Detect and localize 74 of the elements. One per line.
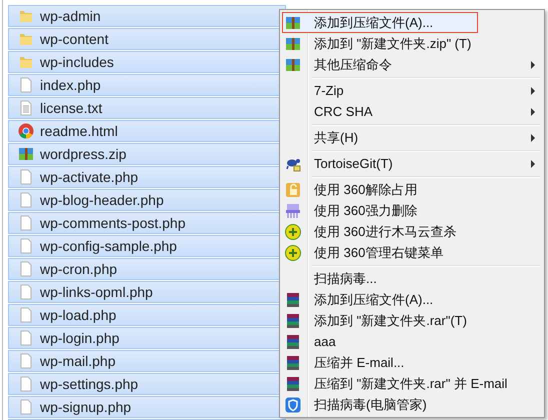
menu-item-label: 压缩到 "新建文件夹.rar" 并 E-mail xyxy=(314,374,508,392)
browser-icon xyxy=(18,123,34,139)
menu-item-label: CRC SHA xyxy=(314,104,373,119)
archive-icon xyxy=(285,14,301,30)
file-name: wp-cron.php xyxy=(40,261,118,277)
file-icon xyxy=(18,284,34,300)
file-name: index.php xyxy=(40,77,101,93)
file-name: wp-signup.php xyxy=(40,399,132,415)
file-name: wp-settings.php xyxy=(40,376,138,392)
submenu-arrow-icon xyxy=(531,134,535,142)
file-icon xyxy=(18,399,34,415)
file-icon xyxy=(18,192,34,208)
file-name: wp-content xyxy=(40,31,108,47)
submenu-arrow-icon xyxy=(531,61,535,69)
folder-icon xyxy=(18,54,34,70)
file-icon xyxy=(18,261,34,277)
menu-item-label: 添加到 "新建文件夹.rar"(T) xyxy=(314,312,467,330)
file-name: readme.html xyxy=(40,123,118,139)
file-name: wp-includes xyxy=(40,54,114,70)
lock-icon xyxy=(285,182,301,198)
file-name: wp-config-sample.php xyxy=(40,238,177,254)
menu-item-label: 扫描病毒... xyxy=(314,270,377,288)
menu-item-label: 使用 360强力删除 xyxy=(314,202,418,220)
file-name: wp-activate.php xyxy=(40,169,138,185)
menu-item-label: 使用 360解除占用 xyxy=(314,180,418,198)
shield-icon xyxy=(285,396,301,412)
archive-icon xyxy=(285,36,301,52)
archive-icon xyxy=(285,56,301,72)
file-name: wp-mail.php xyxy=(40,353,116,369)
menu-item-label: aaa xyxy=(314,334,336,349)
books-icon xyxy=(285,376,301,392)
menu-item-label: 添加到压缩文件(A)... xyxy=(314,14,434,32)
books-icon xyxy=(285,354,301,370)
file-icon xyxy=(18,330,34,346)
books-icon xyxy=(285,334,301,350)
menu-item-label: 使用 360进行木马云查杀 xyxy=(314,222,456,240)
file-name: wp-comments-post.php xyxy=(40,215,186,231)
file-icon xyxy=(18,353,34,369)
folder-icon xyxy=(18,8,34,24)
file-icon xyxy=(18,376,34,392)
menu-item-label: 其他压缩命令 xyxy=(314,56,392,74)
file-row[interactable]: wp-admin xyxy=(8,5,286,27)
menu-item-label: 添加到 "新建文件夹.zip" (T) xyxy=(314,34,472,52)
menu-item-label: 7-Zip xyxy=(314,83,344,98)
file-name: wordpress.zip xyxy=(40,146,126,162)
file-icon xyxy=(18,238,34,254)
archive-icon xyxy=(18,146,34,162)
file-icon xyxy=(18,307,34,323)
menu-item-label: 压缩并 E-mail... xyxy=(314,354,404,372)
submenu-arrow-icon xyxy=(531,108,535,116)
file-icon xyxy=(18,215,34,231)
books-icon xyxy=(285,312,301,328)
menu-item-label: 添加到压缩文件(A)... xyxy=(314,290,434,308)
shredder-icon xyxy=(285,202,301,218)
file-name: license.txt xyxy=(40,100,102,116)
file-name: wp-links-opml.php xyxy=(40,284,153,300)
file-name: wp-admin xyxy=(40,8,101,24)
plus-icon xyxy=(285,224,301,240)
file-icon xyxy=(18,77,34,93)
books-icon xyxy=(285,292,301,308)
file-name: wp-blog-header.php xyxy=(40,192,164,208)
menu-item-label: 扫描病毒(电脑管家) xyxy=(314,396,427,414)
file-name: wp-load.php xyxy=(40,307,116,323)
menu-item-label: 使用 360管理右键菜单 xyxy=(314,244,444,262)
menu-item[interactable]: 添加到压缩文件(A)... xyxy=(282,12,478,33)
folder-icon xyxy=(18,31,34,47)
plus-icon xyxy=(285,244,301,260)
menu-item-label: TortoiseGit(T) xyxy=(314,156,393,171)
text-file-icon xyxy=(18,100,34,116)
file-name: wp-login.php xyxy=(40,330,120,346)
submenu-arrow-icon xyxy=(531,160,535,168)
submenu-arrow-icon xyxy=(531,87,535,95)
file-icon xyxy=(18,169,34,185)
menu-item-label: 共享(H) xyxy=(314,128,358,146)
